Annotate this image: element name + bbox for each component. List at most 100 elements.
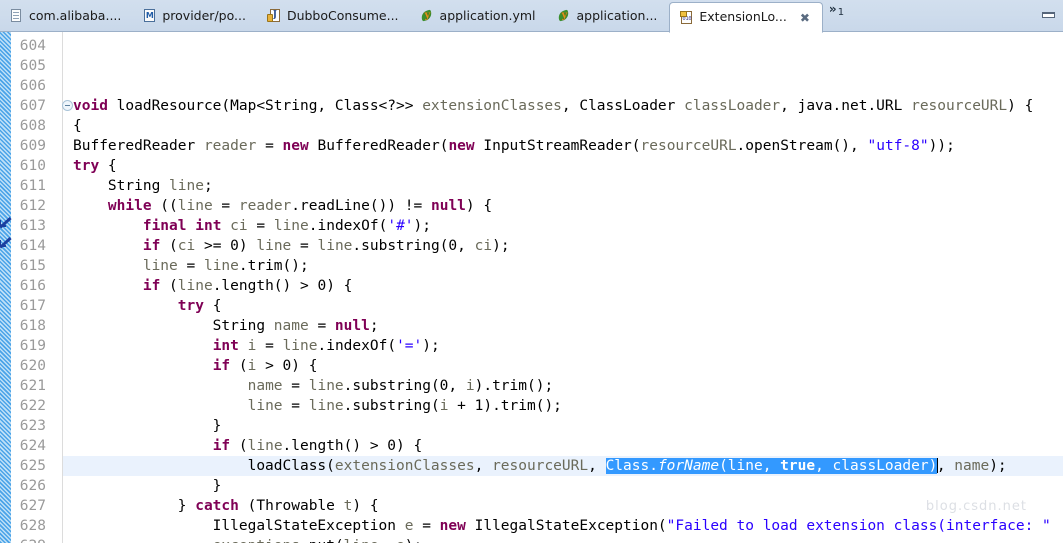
tab-bar-filler xyxy=(850,0,1041,31)
editor-tab-4[interactable]: application... xyxy=(548,0,670,32)
line-number: 607 xyxy=(19,98,46,114)
code-token: ) { xyxy=(352,498,379,514)
code-token: line xyxy=(247,438,283,454)
code-token: resourceURL xyxy=(640,138,737,154)
editor-tab-label: provider/po... xyxy=(162,7,246,23)
code-line[interactable]: try { xyxy=(62,156,117,176)
code-fold-collapse-icon[interactable] xyxy=(62,100,73,111)
code-token: line xyxy=(308,378,344,394)
code-line[interactable]: BufferedReader reader = new BufferedRead… xyxy=(62,136,955,156)
line-number: 605 xyxy=(19,58,46,74)
editor-tab-3[interactable]: application.yml xyxy=(411,0,548,32)
code-token: reader xyxy=(238,198,292,214)
code-token: name xyxy=(247,378,283,394)
code-token: .openStream(), xyxy=(736,138,868,154)
editor-tab-0[interactable]: com.alibaba.... xyxy=(0,0,133,32)
code-token: ); xyxy=(405,538,422,543)
code-token: if xyxy=(142,238,161,254)
code-token: { xyxy=(73,118,82,134)
line-number: 619 xyxy=(19,338,46,354)
code-token: = xyxy=(256,138,283,154)
code-line[interactable]: void loadResource(Map<String, Class<?>> … xyxy=(62,96,1033,116)
code-token: extensionClasses xyxy=(422,98,562,114)
code-line[interactable]: IllegalStateException e = new IllegalSta… xyxy=(62,516,1051,536)
editor-tab-label: com.alibaba.... xyxy=(29,7,122,23)
code-line[interactable]: } catch (Throwable t) { xyxy=(62,496,379,516)
restore-window-icon[interactable] xyxy=(1041,11,1057,21)
editor-tab-5[interactable]: ExtensionLo... ✖ xyxy=(669,2,823,33)
code-line[interactable]: if (i > 0) { xyxy=(62,356,318,376)
line-number: 618 xyxy=(19,318,46,334)
code-token: > 0) { xyxy=(256,358,318,374)
code-line[interactable]: String line; xyxy=(62,176,213,196)
code-editor[interactable]: 604 605 606 607 608 609 610 611 612 613 614 615 616 6… xyxy=(0,32,1063,543)
code-token: loadResource(Map<String, Class<?>> xyxy=(107,98,423,114)
code-line[interactable]: line = line.trim(); xyxy=(62,256,309,276)
java-file-icon xyxy=(266,8,282,24)
code-token: { xyxy=(99,158,117,174)
code-token: } xyxy=(73,498,196,514)
code-token: , java.net.URL xyxy=(780,98,912,114)
code-line[interactable]: exceptions.put(line, e); xyxy=(62,536,423,543)
code-line[interactable]: int i = line.indexOf('='); xyxy=(62,336,440,356)
code-token: BufferedReader xyxy=(73,138,204,154)
code-line[interactable]: { xyxy=(62,116,82,136)
code-line[interactable]: try { xyxy=(62,296,222,316)
code-token: .readLine()) != xyxy=(291,198,431,214)
code-line[interactable]: } xyxy=(62,476,222,496)
eclipse-editor-window: com.alibaba.... provider/po... DubboConsum… xyxy=(0,0,1063,543)
tab-close-icon[interactable]: ✖ xyxy=(800,12,810,24)
code-token: new xyxy=(439,518,466,534)
code-line[interactable]: if (line.length() > 0) { xyxy=(62,436,423,456)
code-token: catch xyxy=(195,498,239,514)
code-line[interactable]: } xyxy=(62,416,222,436)
code-line[interactable] xyxy=(62,76,73,96)
code-token: ).trim(); xyxy=(474,378,554,394)
code-line[interactable] xyxy=(62,56,73,76)
code-line[interactable]: while ((line = reader.readLine()) != nul… xyxy=(62,196,492,216)
line-number: 617 xyxy=(19,298,46,314)
editor-tab-label: DubboConsume... xyxy=(286,7,399,23)
code-token: .substring( xyxy=(343,398,440,414)
code-token: line xyxy=(142,258,178,274)
line-number: 616 xyxy=(19,278,46,294)
code-line[interactable]: if (ci >= 0) line = line.substring(0, ci… xyxy=(62,236,510,256)
code-token: new xyxy=(448,138,475,154)
tab-overflow-indicator[interactable]: » 1 xyxy=(823,0,850,31)
code-token: .put( xyxy=(300,538,344,543)
code-line[interactable]: line = line.substring(i + 1).trim(); xyxy=(62,396,562,416)
code-text-area[interactable]: void loadResource(Map<String, Class<?>> … xyxy=(62,32,1063,543)
code-token: ; xyxy=(369,318,379,334)
code-token: void xyxy=(73,98,108,114)
line-number: 622 xyxy=(19,398,46,414)
file-page-icon xyxy=(9,8,24,24)
code-token: int xyxy=(212,338,239,354)
editor-tab-1[interactable]: provider/po... xyxy=(133,0,258,32)
code-line[interactable]: name = line.substring(0, i).trim(); xyxy=(62,376,554,396)
code-line[interactable]: String name = null; xyxy=(62,316,379,336)
code-token: '#' xyxy=(387,218,414,234)
code-token: line xyxy=(177,278,213,294)
code-line[interactable]: final int ci = line.indexOf('#'); xyxy=(62,216,431,236)
code-token: if xyxy=(142,278,161,294)
annotation-ruler[interactable] xyxy=(0,32,11,543)
code-token: resourceURL xyxy=(492,458,589,474)
code-token: } xyxy=(73,418,222,434)
editor-tab-label: application... xyxy=(576,7,658,23)
annotation-marker-icon[interactable] xyxy=(0,218,14,234)
code-line[interactable]: loadClass(extensionClasses, resourceURL,… xyxy=(62,456,1063,476)
code-token: ci xyxy=(230,218,248,234)
code-line[interactable]: if (line.length() > 0) { xyxy=(62,276,353,296)
code-line[interactable] xyxy=(62,36,73,56)
code-token: (line, xyxy=(719,458,781,474)
editor-tab-2[interactable]: DubboConsume... xyxy=(258,0,411,32)
annotation-marker-icon[interactable] xyxy=(0,238,14,254)
